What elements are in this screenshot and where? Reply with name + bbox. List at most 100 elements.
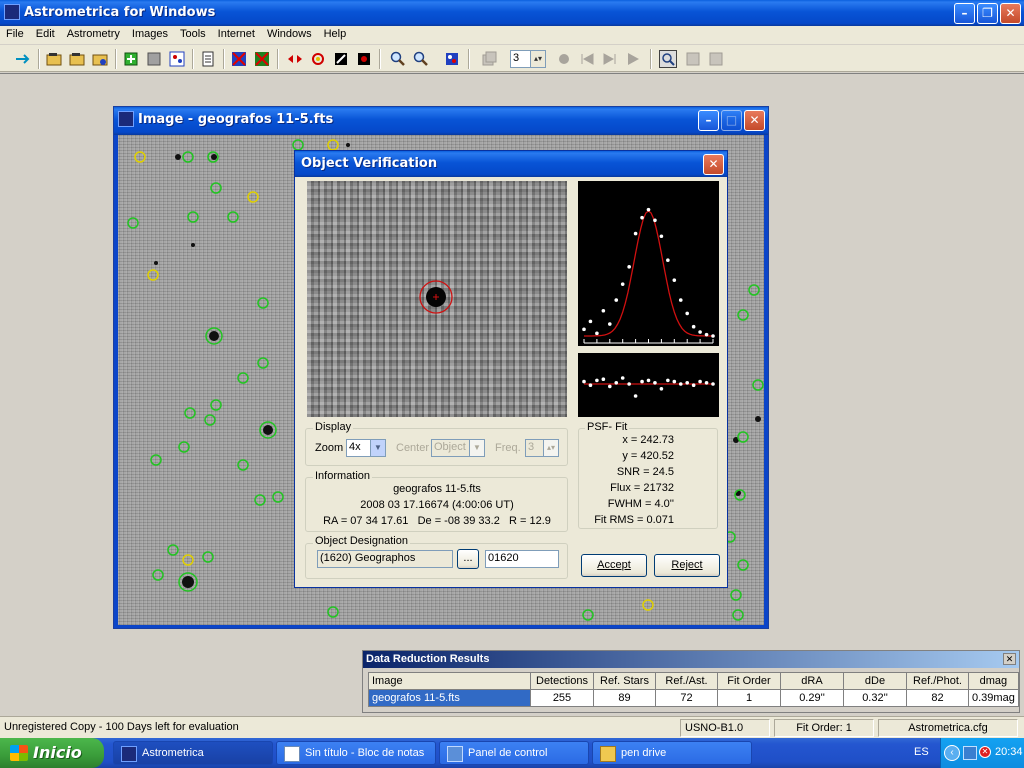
cell-fit-order[interactable]: 1 <box>717 689 781 707</box>
cell-ref-stars[interactable]: 89 <box>593 689 656 707</box>
task-control-panel[interactable]: Panel de control <box>439 741 589 765</box>
step-back-icon <box>578 50 596 68</box>
move-arrows-icon[interactable] <box>286 50 304 68</box>
designation-group-label: Object Designation <box>313 535 410 547</box>
start-button[interactable]: Inicio <box>0 738 104 768</box>
clock[interactable]: 20:34 <box>995 746 1023 758</box>
task-astrometrica[interactable]: Astrometrica <box>113 741 273 765</box>
zoom-select[interactable]: 4x ▼ <box>346 439 386 457</box>
data-reduction-close-icon[interactable]: ✕ <box>1003 653 1016 665</box>
cell-dde[interactable]: 0.32'' <box>843 689 907 707</box>
network-icon[interactable] <box>963 746 977 760</box>
psf-data-point <box>704 332 709 337</box>
main-title-bar[interactable]: Astrometrica for Windows – ❐ ✕ <box>0 0 1024 26</box>
settings-icon[interactable] <box>14 50 32 68</box>
browse-button[interactable]: ... <box>457 549 479 569</box>
menu-internet[interactable]: Internet <box>212 26 261 40</box>
start-label: Inicio <box>33 743 82 762</box>
reject-stars-icon[interactable] <box>230 50 248 68</box>
image-minimize-button[interactable]: – <box>698 110 719 131</box>
menu-astrometry[interactable]: Astrometry <box>61 26 126 40</box>
center-value: Object <box>434 441 466 453</box>
col-image[interactable]: Image <box>368 672 531 690</box>
star-chart-icon[interactable] <box>168 50 186 68</box>
cell-dmag[interactable]: 0.39mag <box>968 689 1019 707</box>
object-verification-dialog[interactable]: Object Verification ✕ Display Zoom 4x ▼ … <box>294 150 728 588</box>
menu-tools[interactable]: Tools <box>174 26 212 40</box>
restore-button[interactable]: ❐ <box>977 3 998 24</box>
cell-ref-phot[interactable]: 82 <box>906 689 969 707</box>
green-add-icon[interactable] <box>122 50 140 68</box>
task-pen-drive[interactable]: pen drive <box>592 741 752 765</box>
toolbar-separator <box>468 49 470 69</box>
data-reduction-results-window[interactable]: Data Reduction Results ✕ Image Detection… <box>362 650 1020 713</box>
reject-image-icon[interactable] <box>253 50 271 68</box>
notepad-icon <box>284 746 300 762</box>
col-ref-ast[interactable]: Ref./Ast. <box>655 672 718 690</box>
minimize-button[interactable]: – <box>954 3 975 24</box>
psf-data-point <box>614 298 619 302</box>
psf-data-point <box>640 215 644 220</box>
accept-button[interactable]: Accept <box>581 554 647 577</box>
zoom-out-icon[interactable] <box>412 50 430 68</box>
psf-data-point <box>595 331 599 336</box>
table-header-row: Image Detections Ref. Stars Ref./Ast. Fi… <box>368 672 1019 690</box>
spinner-arrows-icon: ▴▾ <box>543 440 558 456</box>
cell-dra[interactable]: 0.29'' <box>780 689 844 707</box>
menu-images[interactable]: Images <box>126 26 174 40</box>
cell-ref-ast[interactable]: 72 <box>655 689 718 707</box>
col-ref-phot[interactable]: Ref./Phot. <box>906 672 969 690</box>
document-icon[interactable] <box>199 50 217 68</box>
psf-profile-chart <box>582 207 715 344</box>
image-window-title-bar[interactable]: Image - geografos 11-5.fts – □ ✕ <box>114 107 768 135</box>
open-folder-icon[interactable] <box>68 50 86 68</box>
status-bar: Unregistered Copy - 100 Days left for ev… <box>0 716 1024 738</box>
track-icon[interactable] <box>355 50 373 68</box>
cell-image[interactable]: geografos 11-5.fts <box>368 689 531 707</box>
task-label: Panel de control <box>468 747 548 759</box>
task-notepad[interactable]: Sin título - Bloc de notas <box>276 741 436 765</box>
chevron-down-icon[interactable]: ▼ <box>370 440 385 456</box>
residual-data-point <box>678 382 683 386</box>
reject-button[interactable]: Reject <box>654 554 720 577</box>
designation-name-field[interactable]: (1620) Geographos <box>317 550 453 568</box>
spinner-arrows-icon[interactable]: ▴▾ <box>530 51 545 67</box>
col-dmag[interactable]: dmag <box>968 672 1019 690</box>
col-detections[interactable]: Detections <box>530 672 594 690</box>
data-reduction-title: Data Reduction Results <box>363 651 1019 668</box>
language-indicator[interactable]: ES <box>914 746 929 758</box>
magnifier-window-icon[interactable] <box>659 50 677 68</box>
info-coords: RA = 07 34 17.61 De = -08 39 33.2 R = 12… <box>323 515 551 527</box>
dialog-close-button[interactable]: ✕ <box>703 154 724 175</box>
circle-icon[interactable] <box>309 50 327 68</box>
residual-data-point <box>685 381 689 385</box>
object-marker <box>419 280 453 314</box>
menu-windows[interactable]: Windows <box>261 26 318 40</box>
gray-box-icon[interactable] <box>145 50 163 68</box>
residual-data-point <box>653 381 657 385</box>
col-dde[interactable]: dDe <box>843 672 907 690</box>
designation-code-field[interactable]: 01620 <box>485 550 559 568</box>
dialog-title-bar[interactable]: Object Verification ✕ <box>295 151 727 177</box>
menu-edit[interactable]: Edit <box>30 26 61 40</box>
col-dra[interactable]: dRA <box>780 672 844 690</box>
open-image-icon[interactable] <box>45 50 63 68</box>
load-images-icon[interactable] <box>91 50 109 68</box>
menu-help[interactable]: Help <box>318 26 353 40</box>
image-close-button[interactable]: ✕ <box>744 110 765 131</box>
col-fit-order[interactable]: Fit Order <box>717 672 781 690</box>
close-button[interactable]: ✕ <box>1000 3 1021 24</box>
zoom-in-icon[interactable] <box>389 50 407 68</box>
zoomed-object-image[interactable] <box>307 181 567 417</box>
cell-detections[interactable]: 255 <box>530 689 594 707</box>
col-ref-stars[interactable]: Ref. Stars <box>593 672 656 690</box>
table-row[interactable]: geografos 11-5.fts 255 89 72 1 0.29'' 0.… <box>368 689 1019 707</box>
menu-file[interactable]: File <box>0 26 30 40</box>
residual-data-point <box>588 383 593 387</box>
back-arrow-icon[interactable]: ‹ <box>944 745 960 761</box>
psf-data-point <box>691 324 696 329</box>
blink-icon[interactable] <box>332 50 350 68</box>
frame-spinner[interactable]: 3 ▴▾ <box>510 50 546 68</box>
security-alert-icon[interactable]: ✕ <box>979 746 991 758</box>
palette-icon[interactable] <box>443 50 461 68</box>
